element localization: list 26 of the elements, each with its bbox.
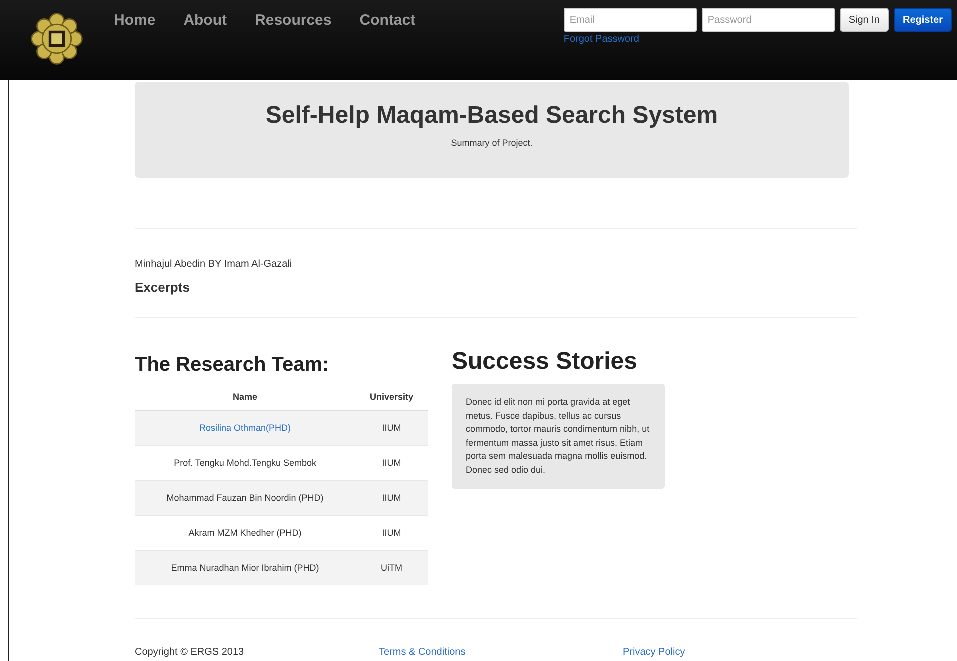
nav-link[interactable]: Resources <box>255 12 332 29</box>
sign-in-button[interactable]: Sign In <box>840 8 889 32</box>
stories-text: Donec id elit non mi porta gravida at eget metus. Fusce dapibus, tellus ac cursus commodo, tortor mauris condimentum nibh, ut fermentum massa justo sit amet risus. Etiam porta sem malesuada magna mollis euismod. Donec sed odio dui. <box>452 384 665 489</box>
table-cell: IIUM <box>356 410 428 446</box>
book-title: Minhajul Abedin BY Imam Al-Gazali <box>135 259 294 270</box>
table-cell: IIUM <box>356 480 428 516</box>
forgot-password-link[interactable]: Forgot Password <box>564 34 952 45</box>
table-cell: Mohammad Fauzan Bin Noordin (PHD) <box>135 480 356 516</box>
stories-heading: Success Stories <box>452 348 638 376</box>
register-button[interactable]: Register <box>894 8 952 32</box>
footer-link[interactable]: Privacy Policy <box>623 647 867 658</box>
flower-logo-icon[interactable] <box>30 12 84 66</box>
copyright-text: Copyright © ERGS 2013 <box>135 647 246 658</box>
footer-link[interactable]: Terms & Conditions <box>379 647 623 658</box>
password-field[interactable]: Password <box>702 8 835 32</box>
email-field[interactable]: Email <box>564 8 697 32</box>
section-heading: Excerpts <box>135 280 191 295</box>
hero-title: Self-Help Maqam-Based Search System <box>264 102 720 130</box>
member-link[interactable]: Rosilina Othman(PHD) <box>200 423 292 433</box>
team-heading: The Research Team: <box>135 354 330 377</box>
nav-link[interactable]: Contact <box>360 12 416 29</box>
hero-subtitle: Summary of Project. <box>450 138 534 148</box>
nav-link[interactable]: Home <box>114 12 156 29</box>
nav-link[interactable]: About <box>184 12 228 29</box>
table-cell: UiTM <box>356 550 428 585</box>
table-cell: Emma Nuradhan Mior Ibrahim (PHD) <box>135 550 356 585</box>
